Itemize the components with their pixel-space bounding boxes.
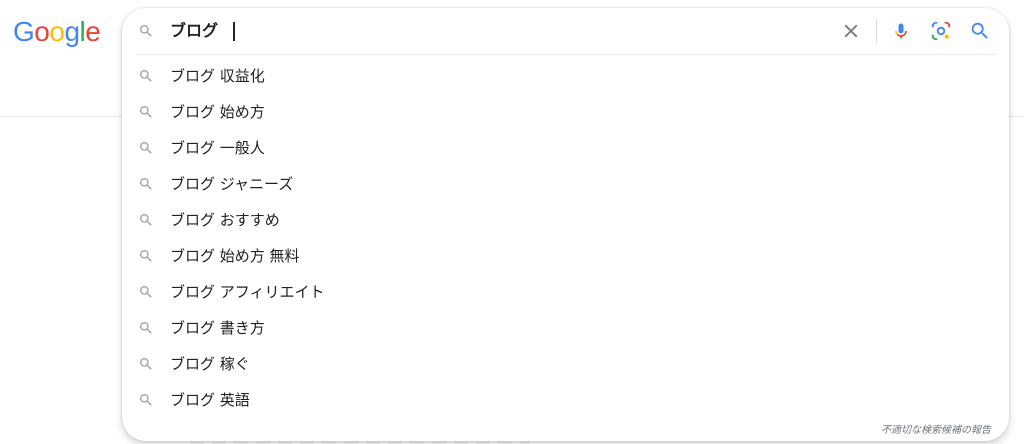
search-icon (140, 106, 152, 118)
suggestion-item[interactable]: ブログ おすすめ (122, 202, 1009, 238)
report-inappropriate-link[interactable]: 不適切な検索候補の報告 (881, 424, 991, 438)
suggestion-item[interactable]: ブログ ジャニーズ (122, 166, 1009, 202)
suggestion-item[interactable]: ブログ 書き方 (122, 310, 1009, 346)
suggestion-text: ブログ 収益化 (170, 67, 265, 85)
logo-letter: g (64, 16, 80, 47)
suggestion-text: ブログ 英語 (170, 391, 250, 409)
suggestion-item[interactable]: ブログ 始め方 無料 (122, 238, 1009, 274)
image-search-button[interactable] (928, 18, 954, 44)
search-icon (140, 142, 152, 154)
suggestions-divider (136, 54, 996, 55)
suggestion-text: ブログ 書き方 (170, 319, 265, 337)
suggestion-text: ブログ アフィリエイト (170, 283, 325, 301)
clear-button[interactable] (838, 18, 864, 44)
close-icon (844, 24, 858, 38)
search-icon (140, 358, 152, 370)
google-logo[interactable]: Google (13, 14, 101, 50)
logo-letter: o (49, 16, 65, 47)
suggestion-text: ブログ ジャニーズ (170, 175, 294, 193)
search-icon (140, 250, 152, 262)
search-icon (140, 286, 152, 298)
suggestion-item[interactable]: ブログ 始め方 (122, 94, 1009, 130)
logo-letter: e (85, 16, 101, 47)
logo-letter: G (13, 16, 35, 47)
suggestion-list: ブログ 収益化 ブログ 始め方 ブログ 一般人 ブログ ジャニーズ ブログ おす… (122, 58, 1009, 418)
suggestion-text: ブログ 一般人 (170, 139, 265, 157)
logo-letter: o (34, 16, 50, 47)
microphone-icon (895, 23, 907, 39)
search-input-row[interactable]: ブログ (122, 8, 1009, 54)
search-icon (140, 178, 152, 190)
search-submit-button[interactable] (967, 18, 993, 44)
search-icon (140, 322, 152, 334)
search-icon (971, 22, 988, 39)
search-input[interactable]: ブログ (170, 21, 218, 41)
search-icon (140, 25, 152, 37)
search-icon (140, 214, 152, 226)
suggestion-text: ブログ おすすめ (170, 211, 280, 229)
text-cursor (233, 22, 235, 41)
google-search-page: Google ブログ ブログ 収益化 ブログ 始め方 ブログ 一般人 ブログ ジ… (0, 0, 1024, 444)
suggestion-item[interactable]: ブログ アフィリエイト (122, 274, 1009, 310)
suggestion-text: ブログ 稼ぐ (170, 355, 250, 373)
suggestion-item[interactable]: ブログ 英語 (122, 382, 1009, 418)
suggestion-item[interactable]: ブログ 収益化 (122, 58, 1009, 94)
suggestion-text: ブログ 始め方 (170, 103, 265, 121)
suggestion-text: ブログ 始め方 無料 (170, 247, 300, 265)
search-icon (140, 70, 152, 82)
suggestion-item[interactable]: ブログ 稼ぐ (122, 346, 1009, 382)
toolbar-divider (876, 18, 877, 44)
suggestion-item[interactable]: ブログ 一般人 (122, 130, 1009, 166)
google-lens-icon (931, 21, 951, 41)
search-icon (140, 394, 152, 406)
voice-search-button[interactable] (889, 18, 913, 44)
search-box: ブログ ブログ 収益化 ブログ 始め方 ブログ 一般人 ブログ ジャニーズ ブロ… (122, 8, 1009, 441)
